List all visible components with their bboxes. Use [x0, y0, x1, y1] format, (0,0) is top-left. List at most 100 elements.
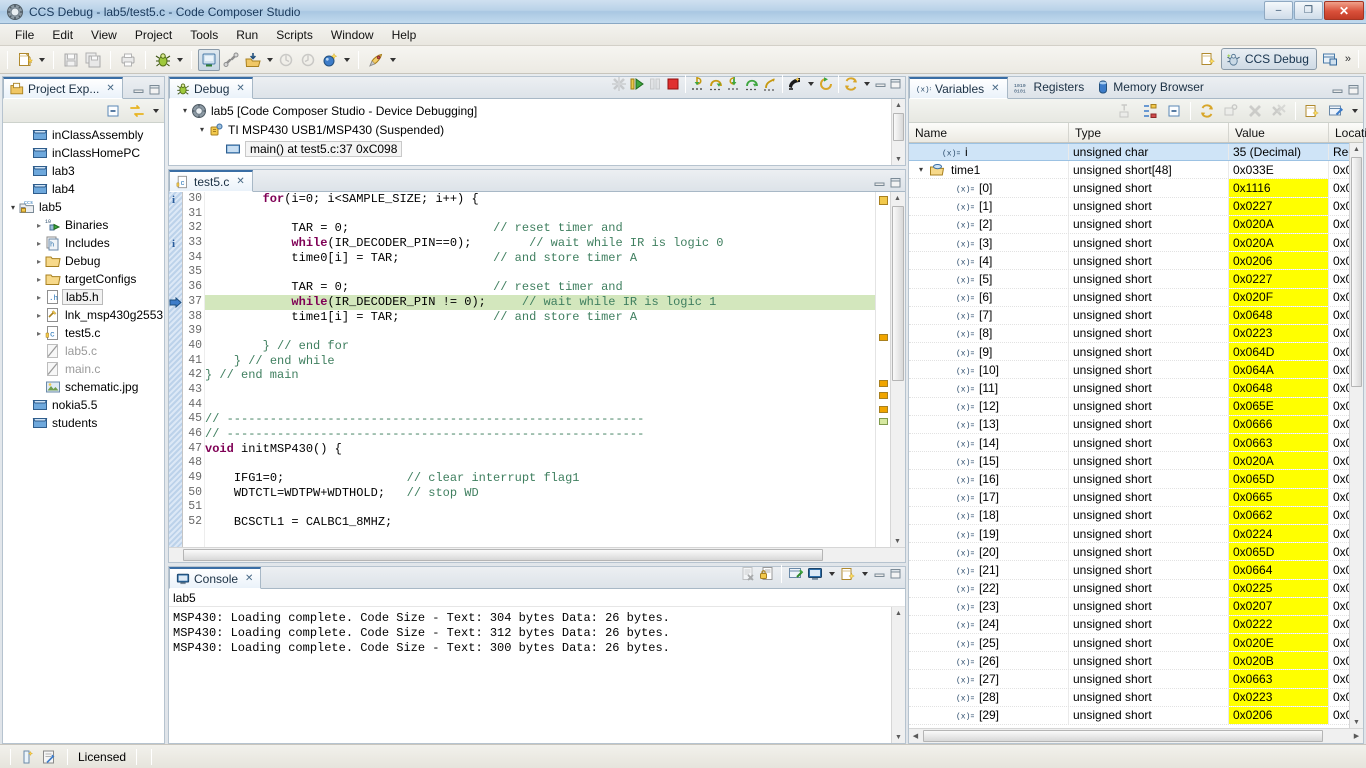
variable-value-cell[interactable]: 0x0227 — [1229, 270, 1329, 288]
variables-table-row[interactable]: (x)= [9] unsigned short0x064D 0x0350 — [909, 343, 1349, 362]
minimize-icon[interactable] — [874, 78, 887, 90]
show-logical-structure-icon[interactable] — [1139, 100, 1161, 122]
save-icon[interactable] — [60, 49, 82, 71]
editor-gutter-line[interactable] — [169, 265, 182, 280]
project-tree-item[interactable]: h Includes — [3, 234, 164, 252]
editor-code-line[interactable]: TAR = 0; // reset timer and — [205, 280, 875, 295]
scroll-lock-icon[interactable] — [759, 566, 775, 582]
variable-value-cell[interactable]: 0x0206 — [1229, 706, 1329, 724]
editor-code-line[interactable]: time1[i] = TAR; // and store timer A — [205, 310, 875, 325]
run-to-line-icon[interactable] — [762, 76, 778, 92]
editor-gutter-line[interactable] — [169, 324, 182, 339]
open-console-dropdown-icon[interactable] — [859, 563, 870, 585]
reset-cpu-icon[interactable] — [787, 76, 803, 92]
editor-gutter-line[interactable] — [169, 368, 182, 383]
variable-value-cell[interactable]: 0x0225 — [1229, 579, 1329, 597]
variables-table-row[interactable]: (x)= [6] unsigned short0x020F 0x034A — [909, 288, 1349, 307]
watch-disabled-icon[interactable] — [1220, 100, 1242, 122]
tab-variables[interactable]: (x)= Variables ✕ — [909, 77, 1008, 99]
pin-console-icon[interactable] — [788, 566, 804, 582]
editor-code-line[interactable]: IFG1=0; // clear interrupt flag1 — [205, 471, 875, 486]
variables-table-row[interactable]: (x)= [24] unsigned short0x0222 0x036E — [909, 615, 1349, 635]
remove-all-disabled-icon[interactable] — [1268, 100, 1290, 122]
debug-tree-item[interactable]: lab5 [Code Composer Studio - Device Debu… — [169, 101, 905, 120]
variables-table-row[interactable]: (x)= [15] unsigned short0x020A 0x035C — [909, 452, 1349, 471]
editor-code-line[interactable]: BCSCTL1 = CALBC1_8MHZ; — [205, 515, 875, 530]
variable-value-cell[interactable]: 0x064D — [1229, 343, 1329, 361]
debug-bug-icon[interactable] — [152, 49, 174, 71]
open-perspective-icon[interactable] — [1197, 48, 1219, 70]
variable-value-cell[interactable]: 0x0223 — [1229, 688, 1329, 706]
variables-table-row[interactable]: (x)= [8] unsigned short0x0223 0x034E — [909, 324, 1349, 344]
chevron-right-icon[interactable] — [33, 329, 45, 338]
scroll-up-arrow-icon[interactable]: ▲ — [892, 99, 905, 111]
editor-code-line[interactable]: } // end main — [205, 368, 875, 383]
close-icon[interactable]: ✕ — [236, 83, 244, 94]
variables-table-row[interactable]: (x)= [16] unsigned short0x065D 0x035E — [909, 470, 1349, 489]
tab-registers[interactable]: 1010 0101 Registers — [1008, 76, 1092, 98]
toolbar-overflow-chevron[interactable]: » — [1343, 53, 1353, 65]
suspend-disabled-icon[interactable] — [647, 76, 663, 92]
step-return-disabled-icon[interactable] — [297, 49, 319, 71]
variables-table-row[interactable]: (x)= [5] unsigned short0x0227 0x0348 — [909, 270, 1349, 289]
project-tree-item[interactable]: lab5.c — [3, 342, 164, 360]
close-icon[interactable]: ✕ — [236, 176, 244, 187]
project-tree-item[interactable]: ccs lab5 — [3, 198, 164, 216]
chevron-down-icon[interactable] — [179, 106, 191, 115]
editor-code-line[interactable]: TAR = 0; // reset timer and — [205, 221, 875, 236]
editor-gutter-line[interactable] — [169, 310, 182, 325]
variables-table-row[interactable]: (x)= [29] unsigned short0x0206 0x0378 — [909, 706, 1349, 725]
variable-value-cell[interactable]: 0x064A — [1229, 361, 1329, 379]
menu-window[interactable]: Window — [322, 25, 383, 45]
scroll-down-arrow-icon[interactable]: ▼ — [1350, 716, 1363, 728]
restart-icon[interactable] — [818, 76, 834, 92]
chevron-down-icon[interactable] — [915, 165, 927, 174]
editor-gutter-line[interactable] — [169, 251, 182, 266]
variables-vertical-scrollbar[interactable]: ▲ ▼ — [1349, 143, 1363, 728]
step-into-icon[interactable] — [690, 76, 706, 92]
variables-table-row[interactable]: (x)= [17] unsigned short0x0665 0x0360 — [909, 488, 1349, 507]
variable-value-cell[interactable]: 0x0206 — [1229, 252, 1329, 270]
save-all-icon[interactable] — [82, 49, 104, 71]
maximize-icon[interactable] — [889, 177, 902, 189]
variable-value-cell[interactable]: 0x0662 — [1229, 506, 1329, 524]
maximize-icon[interactable] — [148, 84, 161, 96]
scroll-down-arrow-icon[interactable]: ▼ — [891, 535, 904, 547]
view-menu-icon[interactable] — [150, 100, 161, 122]
open-console-icon[interactable] — [840, 566, 856, 582]
chevron-down-icon[interactable] — [7, 203, 19, 212]
variable-value-cell[interactable]: 0x0666 — [1229, 415, 1329, 433]
refresh-icon[interactable] — [843, 76, 859, 92]
tab-memory-browser[interactable]: Memory Browser — [1091, 76, 1211, 98]
debug-stack-tree[interactable]: lab5 [Code Composer Studio - Device Debu… — [169, 99, 905, 158]
chevron-right-icon[interactable] — [33, 221, 45, 230]
editor-gutter-line[interactable] — [169, 456, 182, 471]
variables-table-row[interactable]: (x)= [4] unsigned short0x0206 0x0346 — [909, 252, 1349, 271]
variables-table-row[interactable]: (x)= [11] unsigned short0x0648 0x0354 — [909, 379, 1349, 398]
maximize-icon[interactable] — [889, 568, 902, 580]
debug-dropdown-icon[interactable] — [174, 49, 185, 71]
new-target-config-dropdown-icon[interactable] — [341, 49, 352, 71]
refresh-icon[interactable] — [1196, 100, 1218, 122]
disconnect-disabled-icon[interactable] — [611, 76, 627, 92]
variable-value-cell[interactable]: 0x0223 — [1229, 324, 1329, 343]
scroll-up-arrow-icon[interactable]: ▲ — [891, 192, 904, 204]
variable-value-cell[interactable]: 35 (Decimal) — [1229, 144, 1329, 161]
project-tree-item[interactable]: nokia5.5 — [3, 396, 164, 414]
variables-horizontal-scrollbar[interactable]: ◀ ▶ — [909, 728, 1363, 743]
tab-test5-c[interactable]: c test5.c ✕ — [169, 170, 253, 192]
editor-gutter-line[interactable] — [169, 515, 182, 530]
project-tree-item[interactable]: inClassHomePC — [3, 144, 164, 162]
scroll-right-arrow-icon[interactable]: ▶ — [1350, 730, 1363, 742]
resume-icon[interactable] — [629, 76, 645, 92]
debug-tree-item[interactable]: TI MSP430 USB1/MSP430 (Suspended) — [169, 120, 905, 139]
variable-value-cell[interactable]: 0x0227 — [1229, 197, 1329, 215]
project-tree-item[interactable]: students — [3, 414, 164, 432]
close-icon[interactable]: ✕ — [106, 83, 114, 94]
variables-table-row[interactable]: (x)= [7] unsigned short0x0648 0x034C — [909, 306, 1349, 325]
project-tree-item[interactable]: targetConfigs — [3, 270, 164, 288]
remove-disabled-icon[interactable] — [1244, 100, 1266, 122]
new-target-config-icon[interactable] — [319, 49, 341, 71]
scroll-down-arrow-icon[interactable]: ▼ — [892, 731, 905, 743]
variable-value-cell[interactable]: 0x020A — [1229, 233, 1329, 252]
